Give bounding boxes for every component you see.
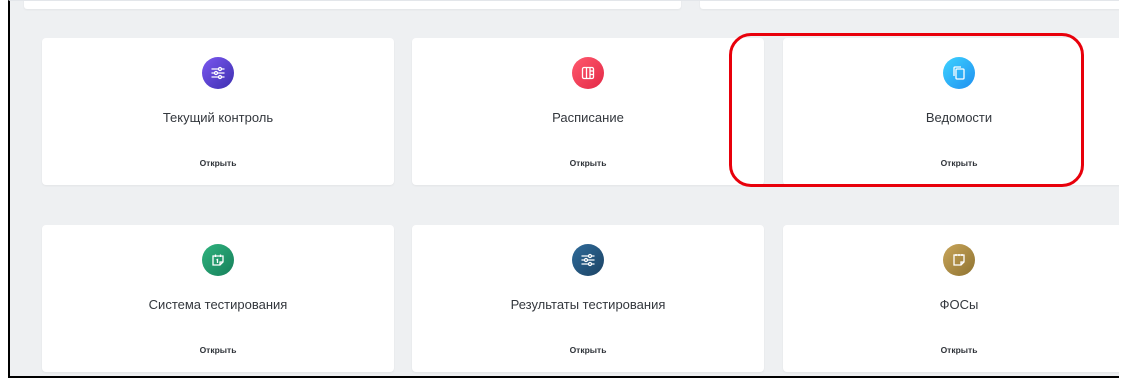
top-card-right xyxy=(700,1,1119,9)
tile-title: ФОСы xyxy=(939,297,979,312)
notepad-icon xyxy=(943,244,975,276)
top-card-left xyxy=(24,1,681,9)
open-link[interactable]: Открыть xyxy=(412,158,764,168)
dashboard-area: Текущий контроль Открыть Расписание Откр… xyxy=(8,0,1119,378)
tile-title: Система тестирования xyxy=(148,297,288,312)
tile-schedule[interactable]: Расписание Открыть xyxy=(412,38,764,185)
open-link[interactable]: Открыть xyxy=(42,345,394,355)
tile-title: Результаты тестирования xyxy=(510,297,666,312)
tile-title: Текущий контроль xyxy=(162,110,274,125)
tile-testing-system[interactable]: Система тестирования Открыть xyxy=(42,225,394,372)
tile-testing-results[interactable]: Результаты тестирования Открыть xyxy=(412,225,764,372)
tile-title: Ведомости xyxy=(925,110,993,125)
calendar-icon xyxy=(202,244,234,276)
sliders-icon xyxy=(202,57,234,89)
sliders-icon xyxy=(572,244,604,276)
tile-statements[interactable]: Ведомости Открыть xyxy=(783,38,1119,185)
tile-fos[interactable]: ФОСы Открыть xyxy=(783,225,1119,372)
tile-current-control[interactable]: Текущий контроль Открыть xyxy=(42,38,394,185)
open-link[interactable]: Открыть xyxy=(783,158,1119,168)
tile-title: Расписание xyxy=(552,110,624,125)
open-link[interactable]: Открыть xyxy=(42,158,394,168)
columns-icon xyxy=(572,57,604,89)
open-link[interactable]: Открыть xyxy=(783,345,1119,355)
open-link[interactable]: Открыть xyxy=(412,345,764,355)
copy-icon xyxy=(943,57,975,89)
